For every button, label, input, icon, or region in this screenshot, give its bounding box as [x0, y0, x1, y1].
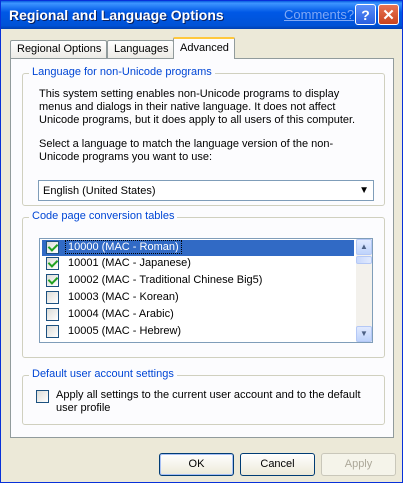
language-select-prompt: Select a language to match the language …	[39, 138, 334, 163]
title-bar[interactable]: Regional and Language Options Comments? …	[1, 1, 402, 29]
code-page-group-title: Code page conversion tables	[29, 210, 178, 222]
code-page-checkbox[interactable]	[46, 257, 59, 270]
code-page-checkbox[interactable]	[46, 291, 59, 304]
code-page-label: 10004 (MAC - Arabic)	[68, 308, 174, 320]
code-page-label: 10002 (MAC - Traditional Chinese Big5)	[68, 274, 263, 286]
list-item[interactable]: 10002 (MAC - Traditional Chinese Big5)	[42, 273, 354, 289]
window-title: Regional and Language Options	[9, 7, 224, 23]
default-settings-group: Default user account settings Apply all …	[22, 368, 385, 425]
code-page-group: Code page conversion tables 10000 (MAC -…	[22, 210, 385, 358]
help-button[interactable]: ?	[355, 4, 376, 25]
code-page-checkbox[interactable]	[46, 325, 59, 338]
code-page-label: 10005 (MAC - Hebrew)	[68, 325, 182, 337]
default-settings-group-title: Default user account settings	[29, 368, 177, 380]
scroll-up-icon[interactable]: ▲	[356, 239, 372, 255]
dialog-window: Regional and Language Options Comments? …	[0, 0, 403, 483]
code-page-checkbox[interactable]	[46, 274, 59, 287]
apply-button[interactable]: Apply	[321, 453, 396, 476]
language-select-value: English (United States)	[43, 185, 156, 197]
comments-link[interactable]: Comments?	[284, 7, 354, 22]
code-page-label: 10000 (MAC - Roman)	[65, 240, 182, 254]
list-scrollbar[interactable]: ▲ ▼	[356, 239, 372, 342]
code-page-checkbox[interactable]	[46, 308, 59, 321]
close-button[interactable]: ✕	[378, 4, 399, 25]
code-page-checkbox[interactable]	[46, 241, 59, 254]
list-item[interactable]: 10000 (MAC - Roman)	[42, 240, 354, 256]
non-unicode-description: This system setting enables non-Unicode …	[39, 88, 356, 126]
code-page-label: 10003 (MAC - Korean)	[68, 291, 179, 303]
list-item[interactable]: 10005 (MAC - Hebrew)	[42, 324, 354, 340]
code-page-label: 10001 (MAC - Japanese)	[68, 257, 191, 269]
scroll-down-icon[interactable]: ▼	[356, 326, 372, 342]
tab-strip: Regional Options Languages Advanced	[10, 37, 394, 59]
cancel-button[interactable]: Cancel	[240, 453, 315, 476]
code-page-list[interactable]: 10000 (MAC - Roman) 10001 (MAC - Japanes…	[39, 238, 373, 343]
tab-regional-options[interactable]: Regional Options	[10, 40, 107, 58]
default-settings-label[interactable]: Apply all settings to the current user a…	[56, 389, 371, 415]
language-select[interactable]: English (United States) ▼	[38, 180, 374, 201]
chevron-down-icon[interactable]: ▼	[359, 185, 369, 196]
non-unicode-group-title: Language for non-Unicode programs	[29, 66, 215, 78]
list-item[interactable]: 10001 (MAC - Japanese)	[42, 256, 354, 272]
ok-button[interactable]: OK	[159, 453, 234, 476]
list-item[interactable]: 10004 (MAC - Arabic)	[42, 307, 354, 323]
default-settings-checkbox[interactable]	[36, 390, 49, 403]
non-unicode-group: Language for non-Unicode programs This s…	[22, 66, 385, 206]
advanced-tab-panel: Language for non-Unicode programs This s…	[10, 58, 394, 438]
tab-languages[interactable]: Languages	[107, 40, 174, 58]
list-item[interactable]: 10003 (MAC - Korean)	[42, 290, 354, 306]
scroll-thumb[interactable]	[356, 256, 372, 264]
tab-advanced[interactable]: Advanced	[173, 37, 235, 59]
